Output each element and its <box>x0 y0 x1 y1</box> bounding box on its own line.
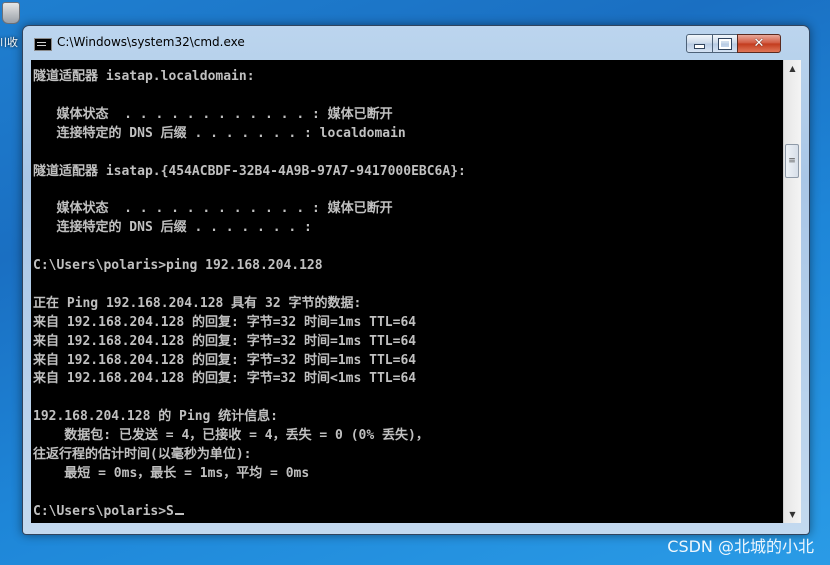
console-line: 192.168.204.128 的 Ping 统计信息: <box>33 409 279 425</box>
watermark: CSDN @北城的小北 <box>667 537 814 556</box>
desktop-icon-label: 川收 <box>0 36 18 49</box>
title-bar[interactable]: C:\Windows\system32\cmd.exe ✕ <box>23 26 809 58</box>
window-title: C:\Windows\system32\cmd.exe <box>57 35 245 49</box>
console-line: 媒体状态 . . . . . . . . . . . . : 媒体已断开 <box>33 106 393 122</box>
console-line: C:\Users\polaris>ping 192.168.204.128 <box>33 258 323 273</box>
close-button[interactable]: ✕ <box>737 34 781 53</box>
cmd-window: C:\Windows\system32\cmd.exe ✕ 隧道适配器 isat… <box>22 25 810 535</box>
scroll-up-button[interactable]: ▲ <box>784 60 801 77</box>
console-output[interactable]: 隧道适配器 isatap.localdomain: 媒体状态 . . . . .… <box>31 60 783 523</box>
console-line: 往返行程的估计时间(以毫秒为单位): <box>33 447 252 463</box>
grip-icon: ≡ <box>788 156 796 166</box>
text-cursor <box>174 512 184 515</box>
console-line: 连接特定的 DNS 后缀 . . . . . . . : localdomain <box>33 125 406 141</box>
scroll-down-icon: ▼ <box>789 510 796 519</box>
console-line: 来自 192.168.204.128 的回复: 字节=32 时间=1ms TTL… <box>33 352 417 368</box>
console-line: 连接特定的 DNS 后缀 . . . . . . . : <box>33 220 312 236</box>
vertical-scrollbar[interactable]: ▲ ≡ ▼ <box>783 60 801 523</box>
console-line: 数据包: 已发送 = 4，已接收 = 4，丢失 = 0 (0% 丢失)， <box>33 428 429 444</box>
minimize-button[interactable] <box>686 34 713 53</box>
recycle-bin-icon <box>2 2 20 24</box>
close-icon: ✕ <box>753 36 765 51</box>
maximize-icon <box>718 37 732 50</box>
console-line: 正在 Ping 192.168.204.128 具有 32 字节的数据: <box>33 295 362 311</box>
console-line: 媒体状态 . . . . . . . . . . . . : 媒体已断开 <box>33 201 393 217</box>
console-line: 来自 192.168.204.128 的回复: 字节=32 时间<1ms TTL… <box>33 371 417 387</box>
cmd-app-icon[interactable] <box>34 38 52 51</box>
console-line: 来自 192.168.204.128 的回复: 字节=32 时间=1ms TTL… <box>33 333 417 349</box>
console-line: 隧道适配器 isatap.{454ACBDF-32B4-4A9B-97A7-94… <box>33 163 466 179</box>
console-line: 最短 = 0ms，最长 = 1ms，平均 = 0ms <box>33 465 310 481</box>
desktop-recycle-bin-icon[interactable]: 川收 <box>0 0 22 70</box>
maximize-button[interactable] <box>712 34 738 53</box>
minimize-icon <box>694 44 705 49</box>
console-line: 来自 192.168.204.128 的回复: 字节=32 时间=1ms TTL… <box>33 314 417 330</box>
console-text: 隧道适配器 isatap.localdomain: 媒体状态 . . . . .… <box>31 60 783 522</box>
scrollbar-thumb[interactable]: ≡ <box>785 144 799 178</box>
console-line: C:\Users\polaris>S <box>33 503 783 522</box>
scroll-down-button[interactable]: ▼ <box>784 506 801 523</box>
console-line: 隧道适配器 isatap.localdomain: <box>33 69 255 84</box>
scroll-up-icon: ▲ <box>789 64 796 73</box>
